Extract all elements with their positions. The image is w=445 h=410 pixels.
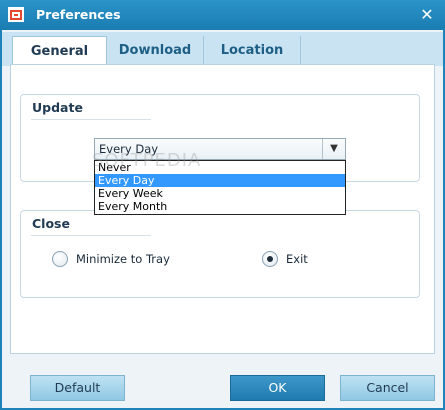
default-button[interactable]: Default [30,375,125,401]
update-frequency-dropdown: Never Every Day Every Week Every Month [94,160,346,215]
chevron-down-icon[interactable]: ▼ [322,139,345,159]
preferences-window: Preferences ✕ General Download Location … [0,0,445,410]
update-frequency-select[interactable]: Every Day ▼ [94,138,346,160]
cancel-button[interactable]: Cancel [340,375,435,401]
exit-option[interactable]: Exit [262,251,308,267]
close-separator [31,235,151,236]
update-separator [31,119,151,120]
close-icon[interactable]: ✕ [417,5,437,25]
tab-download[interactable]: Download [107,36,204,66]
minimize-to-tray-option[interactable]: Minimize to Tray [52,251,170,267]
option-never[interactable]: Never [95,161,345,174]
tab-location[interactable]: Location [204,36,301,66]
close-group-title: Close [32,216,70,231]
minimize-to-tray-label: Minimize to Tray [76,252,170,266]
window-title: Preferences [36,7,121,22]
dialog-body: General Download Location Update Close M… [2,30,443,408]
exit-radio[interactable] [262,251,278,267]
option-every-day[interactable]: Every Day [95,174,345,187]
update-frequency-value: Every Day [99,142,159,156]
option-every-month[interactable]: Every Month [95,200,345,213]
tab-strip: General Download Location [2,32,443,68]
title-bar[interactable]: Preferences ✕ [0,0,445,30]
update-group-title: Update [32,100,83,115]
minimize-to-tray-radio[interactable] [52,251,68,267]
exit-label: Exit [286,252,308,266]
option-every-week[interactable]: Every Week [95,187,345,200]
ok-button[interactable]: OK [230,375,325,401]
app-icon [8,7,24,22]
